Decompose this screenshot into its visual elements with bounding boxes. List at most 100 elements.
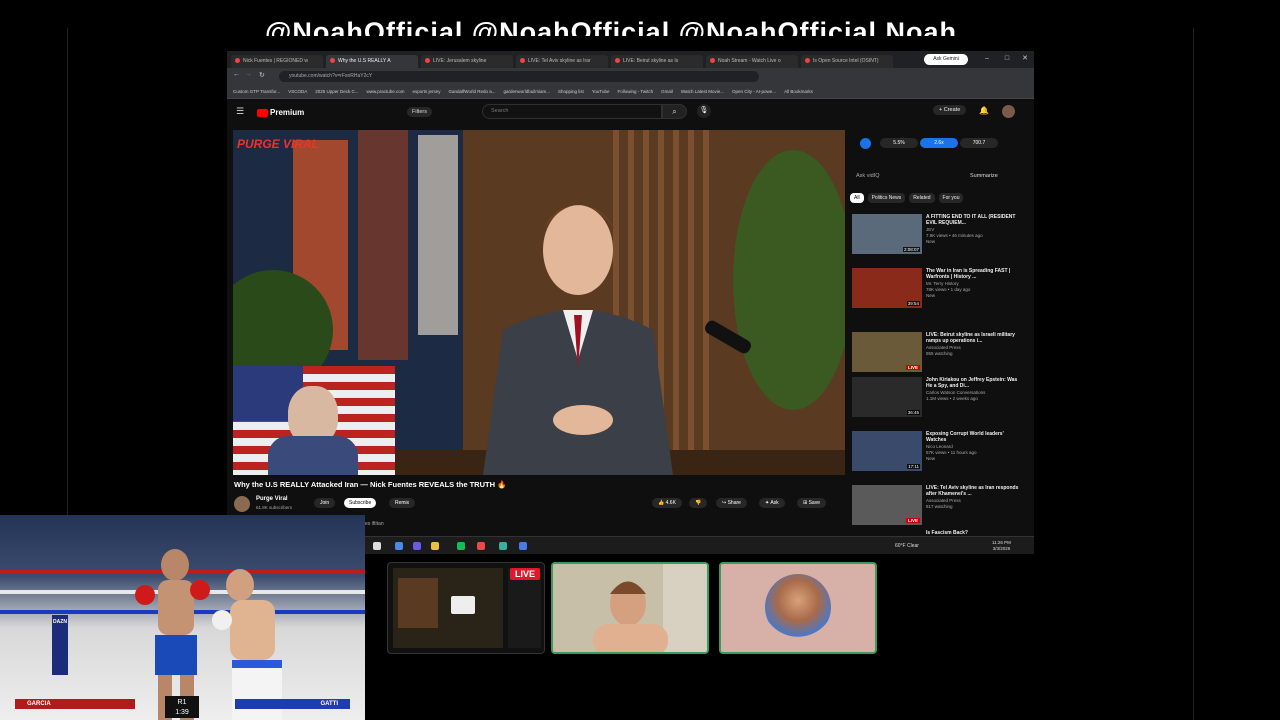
ask-gemini-button[interactable]: Ask Gemini — [924, 54, 968, 65]
bookmark-item[interactable]: esports jersey — [413, 89, 441, 94]
video-thumbnail[interactable]: LIVE — [852, 332, 922, 372]
spotify-icon[interactable] — [457, 542, 465, 550]
account-avatar[interactable] — [1002, 105, 1015, 118]
recommendation-item[interactable]: 36:45 John Kiriakou on Jeffrey Epstein: … — [850, 377, 1030, 429]
recommendation-title[interactable]: John Kiriakou on Jeffrey Epstein: Was He… — [926, 377, 1021, 389]
reload-icon[interactable]: ↻ — [259, 71, 265, 79]
browser-tab[interactable]: LIVE: Tel Aviv skyline as Irar — [516, 54, 608, 68]
recommendation-title[interactable]: LIVE: Beirut skyline as Israeli military… — [926, 332, 1021, 344]
summarize-button[interactable]: Summarize — [970, 173, 998, 179]
video-player[interactable]: PURGE VIRAL — [233, 130, 845, 475]
bookmark-item[interactable]: GandalfWorld Redo a... — [449, 89, 496, 94]
round-clock: R1 1:39 — [165, 696, 199, 718]
bookmark-item[interactable]: gardenworldbuilmiam... — [503, 89, 550, 94]
subscribe-button[interactable]: Subscribe — [344, 498, 377, 508]
video-duration: 2:08:07 — [902, 247, 920, 252]
start-icon[interactable] — [373, 542, 381, 550]
bookmark-item[interactable]: Watch Latest Movie... — [681, 89, 724, 94]
ask-vidiq-input[interactable]: Ask vidIQ — [856, 173, 880, 179]
chip-bar: All Politics News Related For you — [850, 193, 967, 203]
chip-for-you[interactable]: For you — [938, 193, 964, 203]
explorer-icon[interactable] — [431, 542, 439, 550]
browser-tab[interactable]: Noah Stream - Watch Live o — [706, 54, 798, 68]
webcam-video — [553, 564, 707, 652]
system-clock[interactable]: 11:26 PM 3/3/2026 — [992, 540, 1011, 552]
channel-avatar[interactable] — [234, 496, 250, 512]
recommendation-title[interactable]: A FITTING END TO IT ALL (RESIDENT EVIL R… — [926, 214, 1021, 226]
participant-webcam[interactable] — [551, 562, 709, 654]
video-thumbnail[interactable]: 39:54 — [852, 268, 922, 308]
screen-share-icon — [451, 596, 475, 614]
recommendation-item[interactable]: 2:08:07 A FITTING END TO IT ALL (RESIDEN… — [850, 214, 1030, 266]
menu-icon[interactable]: ☰ — [236, 106, 244, 117]
bookmark-item[interactable]: www.practube.com — [366, 89, 404, 94]
mic-icon[interactable]: 🎙 — [697, 104, 711, 118]
ask-button[interactable]: ✦ Ask — [759, 498, 785, 508]
search-icon[interactable]: ⌕ — [662, 104, 687, 119]
recommendation-item[interactable]: 39:54 The War in Iran is Spreading FAST … — [850, 268, 1030, 320]
fighter-right-name: GATTI — [235, 699, 350, 709]
url-field[interactable]: youtube.com/watch?v=rFsnRHaY2cY — [279, 71, 759, 82]
boxer-left — [135, 549, 210, 720]
browser-tab[interactable]: Is Open Source Intel (OSINT) — [801, 54, 893, 68]
chip-related[interactable]: Related — [909, 193, 935, 203]
chip-all[interactable]: All — [850, 193, 864, 203]
share-button[interactable]: ↪ Share — [716, 498, 747, 508]
dislike-button[interactable]: 👎 — [689, 498, 708, 508]
forward-icon[interactable]: → — [245, 71, 252, 78]
close-icon[interactable]: ✕ — [1020, 54, 1030, 64]
recommendation-meta: Nico Leonard 57K views • 11 hours ago New — [926, 444, 1021, 462]
edge-icon[interactable] — [395, 542, 403, 550]
shared-screen-window: Nick Fuentes | REGIONED w Why the U.S RE… — [227, 51, 1034, 554]
vidiq-icon[interactable] — [860, 138, 871, 149]
bookmark-item[interactable]: YouTube — [592, 89, 610, 94]
maximize-icon[interactable]: □ — [1002, 54, 1012, 64]
save-button[interactable]: ⊞ Save — [797, 498, 826, 508]
bookmark-item[interactable]: 2025 Upper Deck C... — [315, 89, 358, 94]
bookmark-item[interactable]: All Bookmarks — [784, 89, 813, 94]
browser-tab-active[interactable]: Why the U.S REALLY A — [326, 54, 418, 68]
social-handles-banner: @NoahOfficial @NoahOfficial @NoahOfficia… — [265, 17, 958, 36]
remix-button[interactable]: Remix — [389, 498, 416, 508]
browser-tab[interactable]: LIVE: Jerusalem skyline — [421, 54, 513, 68]
bookmarks-bar: Custom GTP Transfor... VSCODA 2025 Upper… — [227, 85, 1034, 99]
chrome-icon[interactable] — [477, 542, 485, 550]
bookmark-item[interactable]: Following - Twitch — [617, 89, 653, 94]
recommendation-title[interactable]: The War in Iran is Spreading FAST | Warf… — [926, 268, 1021, 280]
recommendation-title[interactable]: Exposing Corrupt World leaders' Watches — [926, 431, 1021, 443]
minimize-icon[interactable]: – — [982, 54, 992, 64]
browser-tab[interactable]: LIVE: Beirut skyline as Is — [611, 54, 703, 68]
round-number: R1 — [177, 699, 187, 706]
bookmark-item[interactable]: VSCODA — [288, 89, 307, 94]
bookmark-item[interactable]: Custom GTP Transfor... — [233, 89, 280, 94]
recommendation-item[interactable]: 17:11 Exposing Corrupt World leaders' Wa… — [850, 431, 1030, 483]
app-icon[interactable] — [499, 542, 507, 550]
youtube-logo[interactable]: Premium — [257, 108, 304, 117]
search-input[interactable]: Search — [482, 104, 662, 119]
vidiq-stats-bar: 5.5% 2.6x 700.7 — [850, 135, 1030, 151]
create-button[interactable]: + Create — [933, 105, 967, 115]
steam-icon[interactable] — [519, 542, 527, 550]
back-icon[interactable]: ← — [233, 71, 240, 78]
chip-politics-news[interactable]: Politics News — [867, 193, 906, 203]
recommendation-meta: Mr. Terry History 78K views • 1 day ago Ne… — [926, 281, 1021, 299]
bookmark-item[interactable]: Shopping list — [558, 89, 584, 94]
discord-icon[interactable] — [413, 542, 421, 550]
browser-tab[interactable]: Nick Fuentes | REGIONED w — [231, 54, 323, 68]
bookmark-item[interactable]: Open City - AI-powe... — [732, 89, 776, 94]
video-thumbnail[interactable]: LIVE — [852, 485, 922, 525]
video-thumbnail[interactable]: 17:11 — [852, 431, 922, 471]
participant-avatar-tile[interactable] — [719, 562, 877, 654]
screen-share-tile[interactable]: LIVE — [387, 562, 545, 654]
recommendation-title[interactable]: LIVE: Tel Aviv skyline as Iran responds … — [926, 485, 1021, 497]
video-thumbnail[interactable]: 36:45 — [852, 377, 922, 417]
video-thumbnail[interactable]: 2:08:07 — [852, 214, 922, 254]
channel-name[interactable]: Purge Viral — [256, 496, 288, 502]
notifications-icon[interactable]: 🔔 — [979, 106, 989, 115]
address-bar-row: ← → ↻ youtube.com/watch?v=rFsnRHaY2cY — [227, 68, 1034, 85]
like-button[interactable]: 👍 4.6K — [652, 498, 682, 508]
bookmark-item[interactable]: Gmail — [661, 89, 673, 94]
weather-widget[interactable]: 60°F Clear — [895, 543, 919, 549]
join-button[interactable]: Join — [314, 498, 336, 508]
filters-button[interactable]: Filters — [407, 107, 432, 117]
